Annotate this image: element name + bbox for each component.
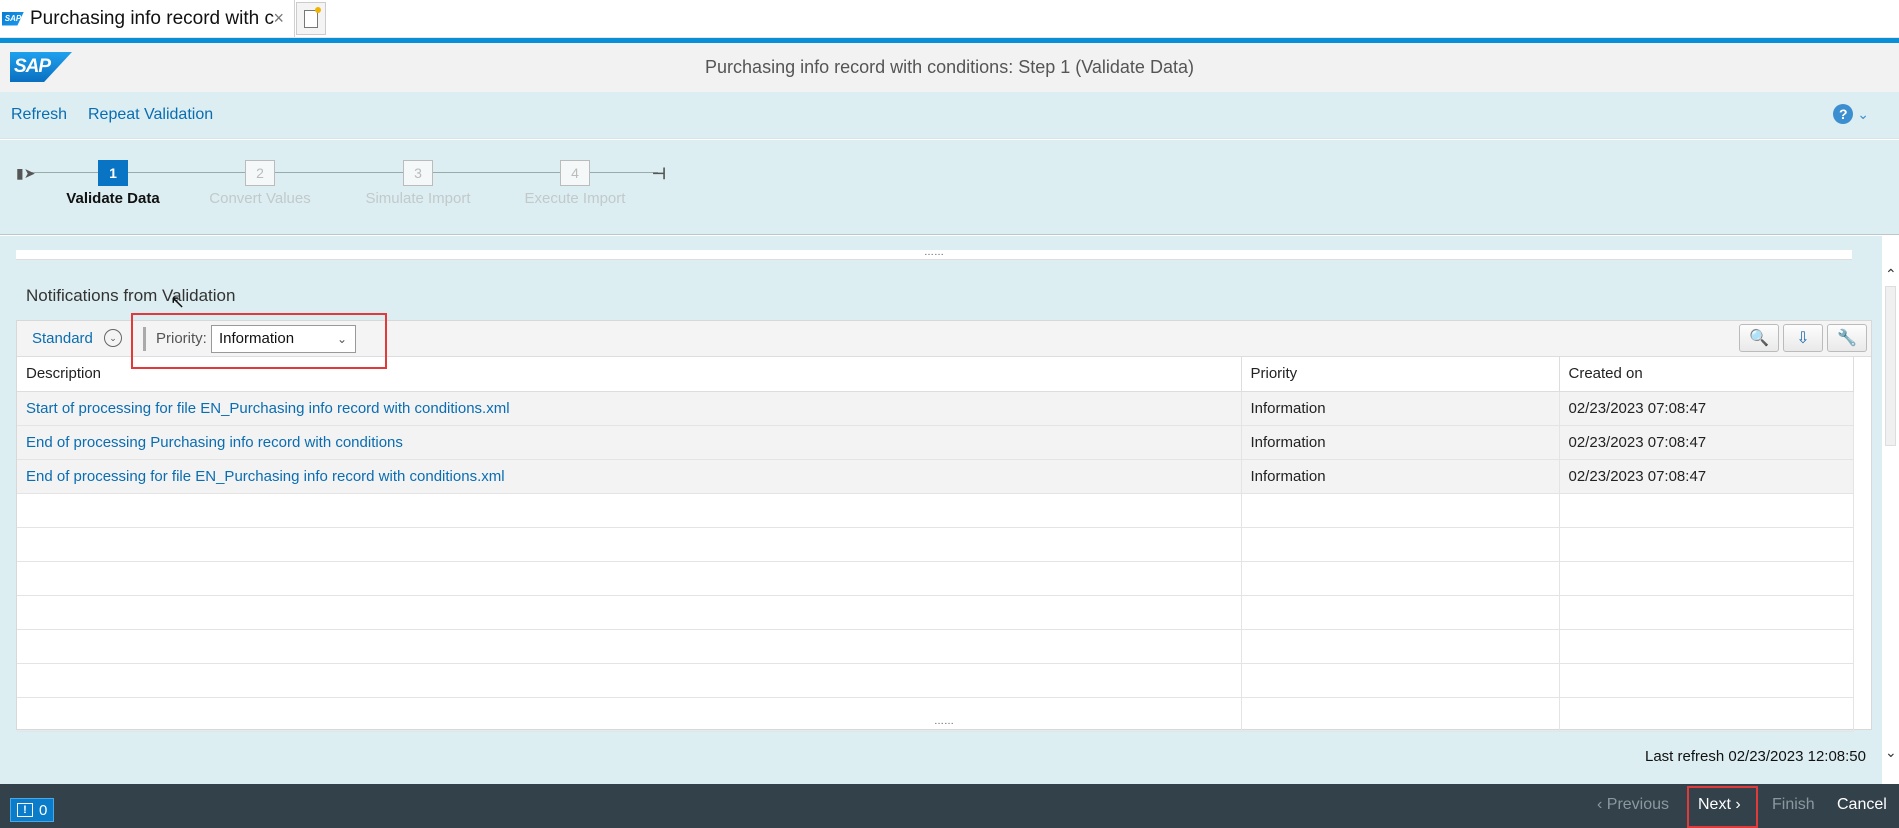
empty-row: [17, 561, 1854, 596]
help-icon: ?: [1833, 104, 1854, 124]
step-label: Execute Import: [524, 190, 626, 207]
close-tab-icon[interactable]: ×: [273, 8, 284, 29]
table-row[interactable]: Start of processing for file EN_Purchasi…: [17, 391, 1854, 426]
variant-selector[interactable]: Standard: [32, 330, 93, 347]
notifications-panel: Standard ⌄ Priority: Information ⌄ 🔍 ⇩ 🔧…: [16, 320, 1872, 732]
created-on-cell: 02/23/2023 07:08:47: [1559, 391, 1854, 426]
cancel-button[interactable]: Cancel: [1837, 796, 1887, 814]
column-header-priority[interactable]: Priority: [1241, 357, 1560, 392]
scroll-up-icon[interactable]: ⌃: [1885, 266, 1897, 283]
browser-tabstrip: SAP Purchasing info record with c... ×: [0, 0, 1899, 38]
empty-row: [17, 493, 1854, 528]
table-row[interactable]: End of processing for file EN_Purchasing…: [17, 459, 1854, 494]
priority-cell: Information: [1241, 459, 1560, 494]
sap-favicon-icon: SAP: [2, 11, 24, 26]
chevron-left-icon: ‹: [1597, 796, 1603, 813]
description-cell[interactable]: End of processing for file EN_Purchasing…: [17, 459, 1242, 494]
priority-highlight-frame: [131, 313, 387, 369]
variant-dropdown-icon[interactable]: ⌄: [104, 329, 122, 347]
settings-button[interactable]: 🔧: [1827, 324, 1867, 352]
empty-row: [17, 527, 1854, 562]
footer-bar: ! 0 ‹ Previous Next › Finish Cancel: [0, 784, 1899, 828]
step-number: 3: [403, 160, 433, 186]
notifications-table: Description Priority Created on Start of…: [17, 357, 1854, 732]
refresh-button[interactable]: Refresh: [11, 106, 67, 124]
previous-button[interactable]: ‹ Previous: [1597, 796, 1669, 814]
search-icon: 🔍: [1749, 330, 1769, 347]
vertical-scrollbar[interactable]: ⌃ ⌄: [1882, 236, 1899, 784]
chevron-down-icon: ⌄: [1857, 105, 1869, 122]
messages-button[interactable]: ! 0: [10, 798, 55, 822]
browser-tab[interactable]: SAP Purchasing info record with c... ×: [0, 0, 295, 37]
empty-row: [17, 663, 1854, 698]
splitter-handle[interactable]: ……: [17, 717, 1871, 729]
last-refresh-status: Last refresh 02/23/2023 12:08:50: [1644, 748, 1866, 765]
new-tab-button[interactable]: [296, 2, 326, 35]
step-number: 1: [98, 160, 128, 186]
splitter-handle[interactable]: ……: [16, 248, 1852, 260]
page-title: Purchasing info record with conditions: …: [705, 57, 1194, 77]
created-on-cell: 02/23/2023 07:08:47: [1559, 425, 1854, 460]
new-tab-icon: [304, 6, 321, 28]
repeat-validation-button[interactable]: Repeat Validation: [88, 106, 213, 124]
message-count: 0: [39, 801, 48, 819]
browser-tab-title: Purchasing info record with c...: [30, 7, 275, 29]
search-button[interactable]: 🔍: [1739, 324, 1779, 352]
message-icon: !: [17, 803, 33, 817]
previous-label: Previous: [1606, 796, 1670, 813]
next-highlight-frame: [1687, 786, 1758, 828]
step-number: 2: [245, 160, 275, 186]
created-on-cell: 02/23/2023 07:08:47: [1559, 459, 1854, 494]
description-cell[interactable]: Start of processing for file EN_Purchasi…: [17, 391, 1242, 426]
roadmap-step-4: 4 Execute Import: [475, 160, 675, 207]
step-number: 4: [560, 160, 590, 186]
empty-row: [17, 595, 1854, 630]
scrollbar-thumb[interactable]: [1885, 286, 1896, 446]
section-title: Notifications from Validation: [26, 286, 236, 305]
priority-cell: Information: [1241, 391, 1560, 426]
empty-row: [17, 629, 1854, 664]
help-menu[interactable]: ? ⌄: [1833, 104, 1869, 124]
column-header-created-on[interactable]: Created on: [1559, 357, 1854, 392]
export-icon: ⇩: [1796, 330, 1810, 347]
scroll-down-icon[interactable]: ⌄: [1885, 744, 1897, 761]
export-button[interactable]: ⇩: [1783, 324, 1823, 352]
description-cell[interactable]: End of processing Purchasing info record…: [17, 425, 1242, 460]
finish-button[interactable]: Finish: [1772, 796, 1815, 814]
mouse-cursor-icon: ↖: [170, 292, 186, 312]
wizard-roadmap: ▮➤ ⊣ 1 Validate Data 2 Convert Values 3 …: [0, 140, 1899, 235]
shell-header: SAP Purchasing info record with conditio…: [0, 38, 1899, 92]
priority-cell: Information: [1241, 425, 1560, 460]
app-toolbar: Refresh Repeat Validation ? ⌄: [0, 92, 1899, 139]
settings-icon: 🔧: [1837, 330, 1857, 347]
table-row[interactable]: End of processing Purchasing info record…: [17, 425, 1854, 460]
